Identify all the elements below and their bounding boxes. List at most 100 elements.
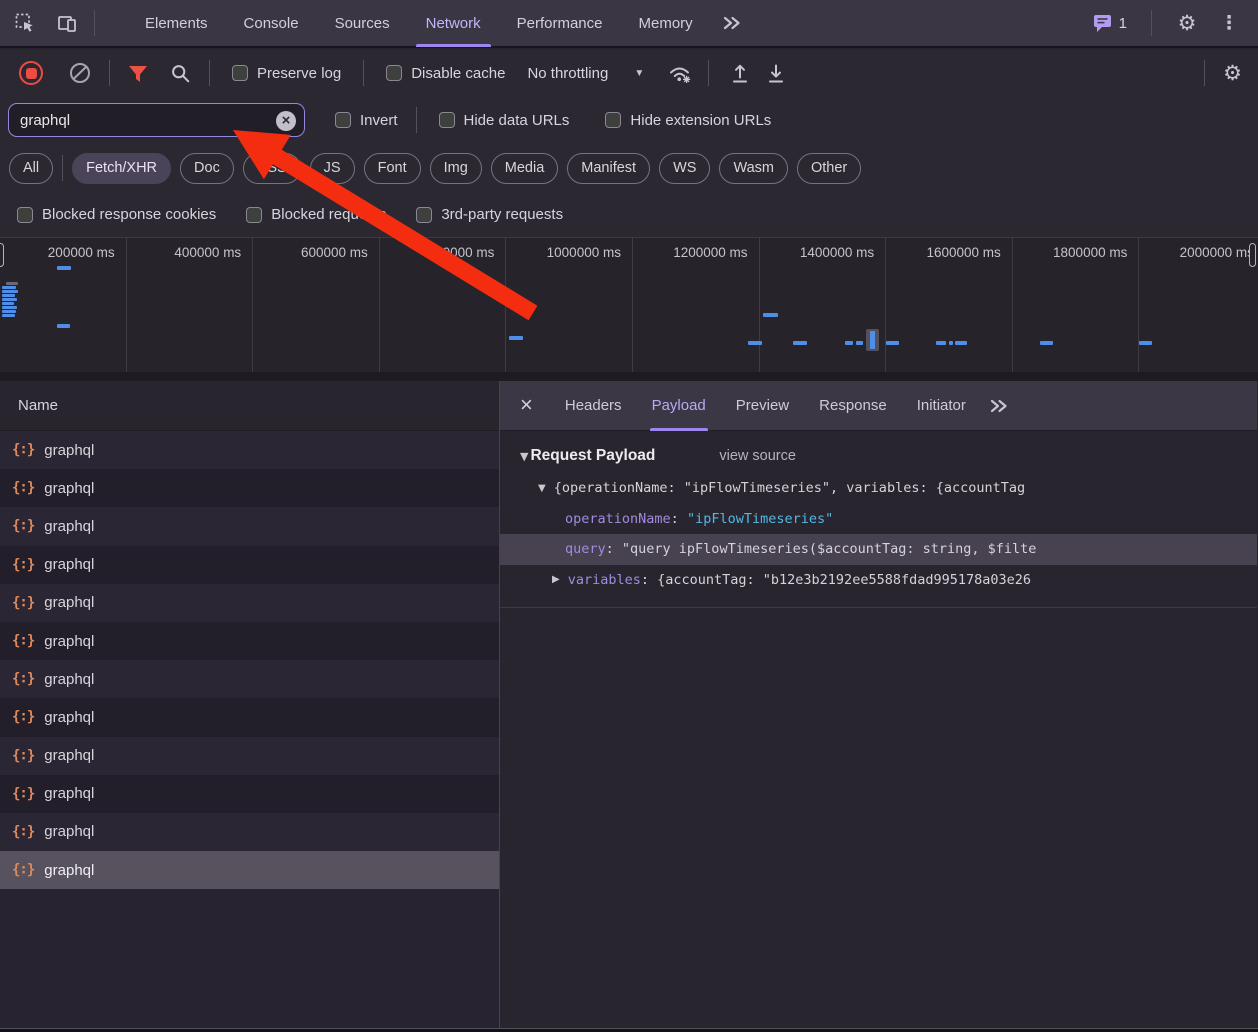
tab-memory[interactable]: Memory [621, 0, 711, 47]
json-key: operationName [565, 511, 671, 527]
settings-button[interactable]: ⚙ [1170, 6, 1204, 40]
payload-variables-line[interactable]: ▶ variables: {accountTag: "b12e3b2192ee5… [500, 565, 1257, 596]
tab-sources[interactable]: Sources [317, 0, 408, 47]
tab-performance[interactable]: Performance [499, 0, 621, 47]
network-settings-button[interactable]: ⚙ [1223, 63, 1242, 84]
request-row[interactable]: {∶}graphql [0, 775, 499, 813]
request-name: graphql [44, 785, 94, 802]
3rd-party-requests-label: 3rd-party requests [441, 206, 563, 223]
invert-checkbox[interactable]: Invert [335, 112, 398, 129]
more-tabs-button[interactable] [715, 6, 749, 40]
chip-all[interactable]: All [9, 153, 53, 184]
blocked-requests-label: Blocked requests [271, 206, 386, 223]
request-row[interactable]: {∶}graphql [0, 507, 499, 545]
inspect-element-button[interactable] [8, 6, 42, 40]
request-payload-section[interactable]: ▼ Request Payload view source [520, 447, 1257, 465]
request-row[interactable]: {∶}graphql [0, 584, 499, 622]
toolbar-divider [1204, 60, 1205, 86]
expand-triangle-icon[interactable]: ▶ [552, 574, 560, 585]
blocked-response-cookies-checkbox[interactable]: Blocked response cookies [17, 206, 216, 223]
chip-manifest[interactable]: Manifest [567, 153, 650, 184]
more-detail-tabs-button[interactable] [982, 389, 1016, 423]
chip-fetch-xhr[interactable]: Fetch/XHR [72, 153, 171, 184]
waterfall-bar [1040, 341, 1053, 345]
blocked-requests-checkbox[interactable]: Blocked requests [246, 206, 386, 223]
detail-tab-response[interactable]: Response [807, 381, 899, 431]
waterfall-bar [2, 310, 16, 313]
detail-tab-preview[interactable]: Preview [724, 381, 801, 431]
detail-tab-initiator[interactable]: Initiator [905, 381, 978, 431]
request-name: graphql [44, 594, 94, 611]
request-row[interactable]: {∶}graphql [0, 660, 499, 698]
expand-triangle-icon[interactable]: ▼ [538, 483, 546, 494]
import-har-button[interactable] [729, 62, 751, 84]
network-conditions-button[interactable] [668, 62, 692, 84]
tab-console[interactable]: Console [226, 0, 317, 47]
request-row[interactable]: {∶}graphql [0, 622, 499, 660]
clear-network-log-button[interactable] [69, 62, 91, 84]
main-menu-button[interactable]: ⋮ [1212, 6, 1246, 40]
request-row[interactable]: {∶}graphql [0, 469, 499, 507]
marker-bar [870, 331, 875, 349]
filter-toggle-button[interactable] [128, 64, 148, 83]
xhr-json-icon: {∶} [12, 518, 34, 534]
export-har-button[interactable] [765, 62, 787, 84]
record-network-log-button[interactable] [19, 61, 43, 85]
search-network-button[interactable] [170, 63, 191, 84]
chip-js[interactable]: JS [310, 153, 355, 184]
request-row[interactable]: {∶}graphql [0, 546, 499, 584]
preserve-log-checkbox[interactable]: Preserve log [232, 65, 341, 82]
device-toolbar-button[interactable] [50, 6, 84, 40]
disable-cache-checkbox[interactable]: Disable cache [386, 65, 505, 82]
filter-text-input[interactable]: graphql × [8, 103, 305, 137]
request-row[interactable]: {∶}graphql [0, 813, 499, 851]
view-source-link[interactable]: view source [719, 448, 796, 464]
timeline-right-handle[interactable] [1249, 243, 1256, 267]
hide-data-urls-checkbox[interactable]: Hide data URLs [439, 112, 570, 129]
payload-root-line[interactable]: ▼ {operationName: "ipFlowTimeseries", va… [500, 473, 1257, 504]
chip-ws[interactable]: WS [659, 153, 710, 184]
toolbar-divider [1151, 10, 1152, 36]
3rd-party-requests-checkbox[interactable]: 3rd-party requests [416, 206, 563, 223]
clear-filter-button[interactable]: × [276, 111, 296, 131]
issues-counter[interactable]: 1 [1093, 14, 1127, 33]
request-name: graphql [44, 480, 94, 497]
search-icon [170, 63, 191, 84]
payload-operation-line[interactable]: operationName: "ipFlowTimeseries" [500, 504, 1257, 535]
detail-tab-payload[interactable]: Payload [640, 381, 718, 431]
detail-tab-headers[interactable]: Headers [553, 381, 634, 431]
request-name: graphql [44, 709, 94, 726]
detail-tabs-bar: × HeadersPayloadPreviewResponseInitiator [500, 381, 1257, 431]
hide-extension-urls-checkbox[interactable]: Hide extension URLs [605, 112, 771, 129]
request-name: graphql [44, 633, 94, 650]
chip-font[interactable]: Font [364, 153, 421, 184]
request-type-chips: All Fetch/XHR Doc CSS JS Font Img Media Manifest… [0, 144, 1258, 192]
chip-wasm[interactable]: Wasm [719, 153, 788, 184]
chip-other[interactable]: Other [797, 153, 861, 184]
waterfall-bar [748, 341, 762, 345]
payload-query-line[interactable]: query: "query ipFlowTimeseries($accountT… [500, 534, 1257, 565]
request-row[interactable]: {∶}graphql [0, 737, 499, 775]
request-row[interactable]: {∶}graphql [0, 431, 499, 469]
timeline-tick-label: 1400000 ms [800, 245, 874, 372]
tab-network[interactable]: Network [408, 0, 499, 47]
json-colon: : [641, 572, 657, 588]
chip-img[interactable]: Img [430, 153, 482, 184]
tab-elements[interactable]: Elements [127, 0, 226, 47]
request-row[interactable]: {∶}graphql [0, 851, 499, 889]
request-details-panel: × HeadersPayloadPreviewResponseInitiator… [500, 381, 1257, 1028]
request-row[interactable]: {∶}graphql [0, 698, 499, 736]
chip-doc[interactable]: Doc [180, 153, 234, 184]
network-overview-timeline[interactable]: 200000 ms400000 ms600000 ms800000 ms1000… [0, 237, 1258, 372]
timeline-column: 1400000 ms [760, 238, 887, 372]
toolbar-divider [94, 10, 95, 36]
timeline-left-handle[interactable] [0, 243, 4, 267]
gear-icon: ⚙ [1178, 13, 1197, 34]
chip-media[interactable]: Media [491, 153, 559, 184]
throttling-select[interactable]: No throttling [527, 65, 608, 82]
chip-css[interactable]: CSS [243, 153, 301, 184]
requests-table-header[interactable]: Name [0, 381, 499, 431]
timeline-tick-label: 600000 ms [301, 245, 368, 372]
blocked-response-cookies-label: Blocked response cookies [42, 206, 216, 223]
close-details-button[interactable]: × [520, 394, 533, 416]
